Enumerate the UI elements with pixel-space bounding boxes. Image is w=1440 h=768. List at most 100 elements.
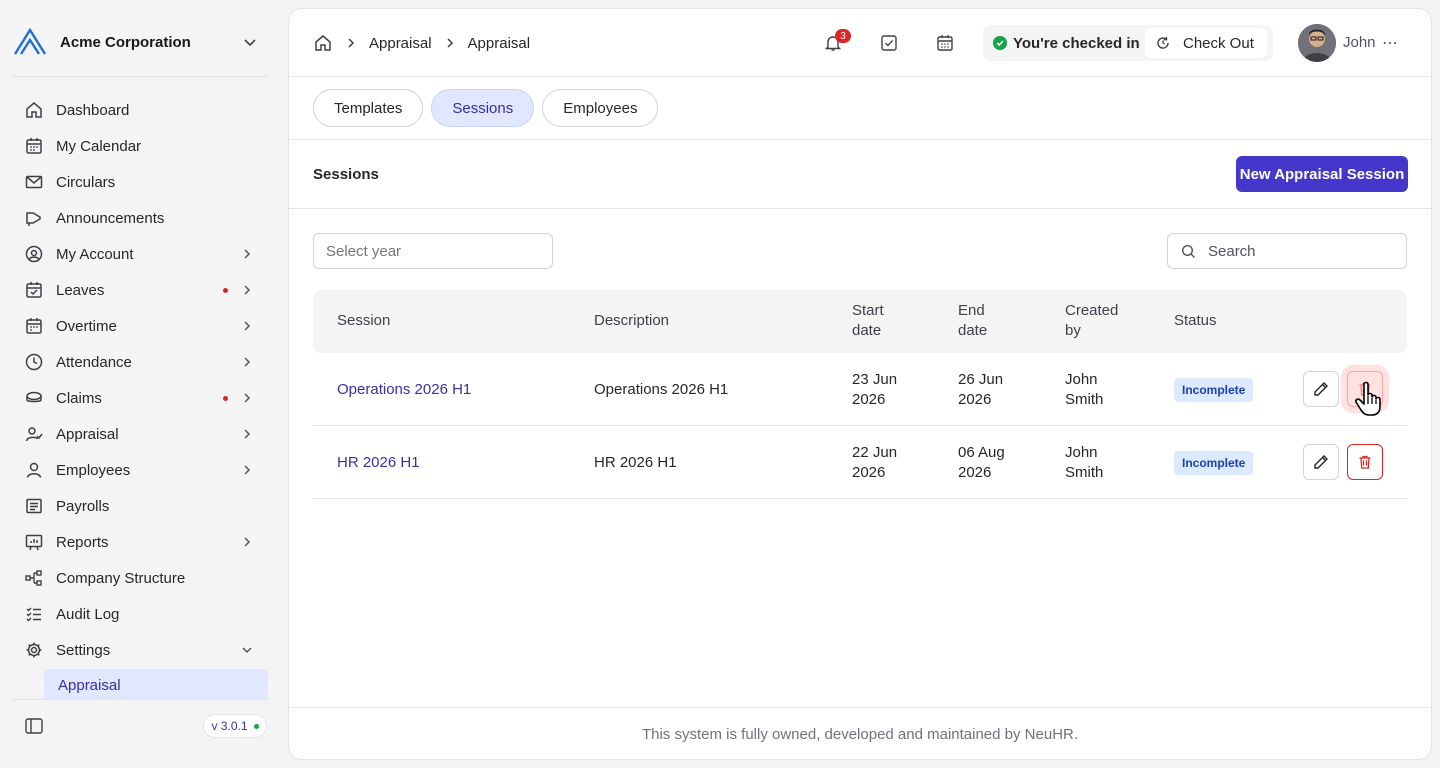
org-switcher[interactable]: Acme Corporation	[12, 24, 268, 60]
sidebar-item-overtime[interactable]: Overtime	[12, 308, 268, 344]
megaphone-icon	[24, 208, 44, 228]
start-date: 22 Jun 2026	[852, 443, 897, 483]
breadcrumb-item: Appraisal	[467, 34, 531, 52]
date-line: 2026	[852, 391, 886, 408]
sidebar-item-label: My Account	[56, 245, 134, 263]
sidebar-item-my-account[interactable]: My Account	[12, 236, 268, 272]
sidebar-subitem-label: Appraisal	[58, 677, 121, 694]
table-row: HR 2026 H1 HR 2026 H1 22 Jun 2026 06 Aug…	[313, 426, 1407, 499]
sidebar-item-leaves[interactable]: Leaves	[12, 272, 268, 308]
status-badge: Incomplete	[1174, 378, 1254, 402]
divider	[12, 699, 268, 700]
header-line: by	[1065, 322, 1081, 339]
session-link[interactable]: Operations 2026 H1	[337, 380, 471, 400]
year-select[interactable]	[313, 233, 553, 269]
divider	[289, 208, 1431, 209]
sidebar-item-label: Payrolls	[56, 497, 110, 515]
sidebar-item-company-structure[interactable]: Company Structure	[12, 560, 268, 596]
search-input[interactable]	[1208, 240, 1398, 262]
session-link[interactable]: HR 2026 H1	[337, 453, 420, 473]
chevron-right-icon	[238, 461, 256, 479]
edit-button[interactable]	[1303, 444, 1339, 480]
refresh-clock-icon	[1155, 35, 1171, 51]
end-date: 06 Aug 2026	[958, 443, 1005, 483]
sidebar-item-my-calendar[interactable]: My Calendar	[12, 128, 268, 164]
search-box	[1167, 233, 1407, 269]
sidebar-item-label: Claims	[56, 389, 102, 407]
name-line: John	[1065, 371, 1098, 388]
sessions-table: Session Description Start date End date …	[313, 290, 1407, 499]
notification-dot	[223, 288, 228, 293]
date-line: 2026	[958, 464, 992, 481]
avatar[interactable]	[1298, 24, 1336, 62]
sidebar-item-attendance[interactable]: Attendance	[12, 344, 268, 380]
hierarchy-icon	[24, 568, 44, 588]
calendar-icon[interactable]	[933, 31, 957, 55]
calendar-icon	[24, 316, 44, 336]
sidebar-item-label: Leaves	[56, 281, 105, 299]
name-line: Smith	[1065, 391, 1104, 408]
sidebar-item-settings[interactable]: Settings	[12, 632, 268, 668]
edit-button[interactable]	[1303, 371, 1339, 407]
created-by: John Smith	[1065, 443, 1103, 483]
org-name: Acme Corporation	[60, 33, 191, 51]
sidebar-item-dashboard[interactable]: Dashboard	[12, 92, 268, 128]
main-panel: Appraisal Appraisal 3 You're checked in …	[288, 8, 1432, 760]
name-line: John	[1065, 444, 1098, 461]
gear-icon	[24, 640, 44, 660]
sidebar-item-label: Overtime	[56, 317, 117, 335]
sidebar-item-label: Employees	[56, 461, 131, 479]
user-name[interactable]: John	[1343, 34, 1376, 51]
sidebar-item-announcements[interactable]: Announcements	[12, 200, 268, 236]
home-icon	[24, 100, 44, 120]
sidebar-subitem-appraisal-settings[interactable]: Appraisal	[44, 669, 268, 699]
chevron-right-icon	[238, 281, 256, 299]
sidebar-item-claims[interactable]: Claims	[12, 380, 268, 416]
breadcrumb-item[interactable]: Appraisal	[369, 35, 432, 52]
sidebar-item-label: Reports	[56, 533, 109, 551]
sidebar-item-appraisal[interactable]: Appraisal	[12, 416, 268, 452]
home-icon[interactable]	[313, 33, 333, 53]
tab-employees[interactable]: Employees	[542, 89, 659, 127]
sidebar-nav: Dashboard My Calendar Circulars Announce…	[12, 92, 268, 668]
company-logo-icon	[12, 26, 48, 58]
column-header-description: Description	[594, 312, 670, 329]
date-line: 06 Aug	[958, 444, 1005, 461]
pencil-icon	[1314, 382, 1328, 396]
search-icon	[1180, 243, 1196, 259]
column-header-session: Session	[337, 312, 391, 329]
sidebar-item-label: Announcements	[56, 209, 165, 227]
trash-icon	[1359, 382, 1371, 396]
checkbox-task-icon[interactable]	[877, 31, 901, 55]
status-badge: Incomplete	[1174, 451, 1254, 475]
sidebar-item-audit-log[interactable]: Audit Log	[12, 596, 268, 632]
tab-sessions[interactable]: Sessions	[431, 89, 535, 127]
sidebar-toggle-icon[interactable]	[24, 716, 44, 736]
session-description: Operations 2026 H1	[594, 381, 729, 398]
check-out-button[interactable]: Check Out	[1145, 28, 1267, 58]
sidebar-item-label: Dashboard	[56, 101, 130, 119]
sidebar-item-employees[interactable]: Employees	[12, 452, 268, 488]
date-line: 22 Jun	[852, 444, 898, 461]
chevron-right-icon	[238, 245, 256, 263]
delete-button[interactable]	[1347, 371, 1383, 407]
sidebar-item-label: Attendance	[56, 353, 132, 371]
check-out-label: Check Out	[1183, 34, 1254, 52]
chevron-right-icon	[238, 425, 256, 443]
new-appraisal-session-button[interactable]: New Appraisal Session	[1236, 156, 1408, 192]
sidebar-item-circulars[interactable]: Circulars	[12, 164, 268, 200]
chevron-right-icon	[442, 35, 458, 51]
chevron-down-icon[interactable]	[238, 30, 262, 54]
notification-dot	[223, 396, 228, 401]
table-header: Session Description Start date End date …	[313, 290, 1407, 353]
delete-button[interactable]	[1347, 444, 1383, 480]
tab-templates[interactable]: Templates	[313, 89, 424, 127]
more-horizontal-icon[interactable]: ⋯	[1379, 31, 1401, 55]
header-line: Start	[852, 302, 884, 319]
sidebar-item-payrolls[interactable]: Payrolls	[12, 488, 268, 524]
session-description: HR 2026 H1	[594, 454, 677, 471]
version-text: v 3.0.1	[211, 719, 248, 733]
header-line: Created	[1065, 302, 1119, 319]
header-line: date	[958, 322, 988, 339]
sidebar-item-reports[interactable]: Reports	[12, 524, 268, 560]
